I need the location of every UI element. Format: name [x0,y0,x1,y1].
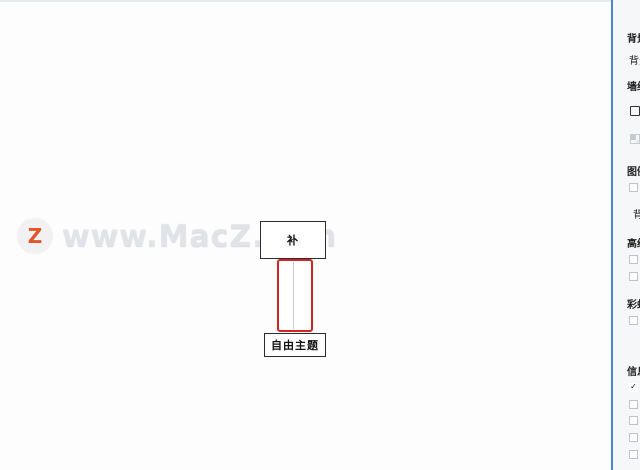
mindmap-canvas[interactable]: Z www.MacZ.com 补 自由主题 [0,0,611,470]
panel-heading-wallpaper: 墙纸 [627,82,640,93]
advanced-checkbox-2[interactable] [629,272,638,281]
info-checkbox-3[interactable] [629,416,638,425]
info-checkbox-5[interactable] [629,450,638,459]
panel-heading-advanced: 高级 [627,239,640,250]
info-checkbox-checked[interactable]: ✓ [629,383,638,392]
canvas-top-edge [0,0,611,2]
topic-top-label: 补 [287,234,299,247]
info-checkbox-4[interactable] [629,433,638,442]
watermark-logo-icon: Z [18,219,52,253]
floating-topic[interactable]: 自由主题 [264,333,326,357]
panel-item-background[interactable]: 背景 [629,52,640,67]
checkmark-icon: ✓ [630,382,637,391]
panel-heading-background: 背景 [627,34,640,45]
format-inspector-panel: 背景 背景 墙纸 图例 背景 高级 彩虹 信息 ✓ [611,0,640,470]
floating-topic-label: 自由主题 [271,339,319,352]
topic-top[interactable]: 补 [260,221,326,259]
panel-heading-info: 信息 [627,367,640,378]
watermark-logo-letter: Z [27,224,43,248]
panel-heading-legend: 图例 [627,167,640,178]
legend-checkbox[interactable] [629,183,638,192]
panel-item-legend-background[interactable]: 背景 [633,206,640,221]
pattern-icon[interactable] [630,134,640,144]
connector-line [293,262,294,329]
advanced-checkbox-1[interactable] [629,255,638,264]
rainbow-checkbox[interactable] [629,316,638,325]
panel-heading-rainbow: 彩虹 [627,300,640,311]
selected-relationship-connector[interactable] [277,259,313,332]
edit-icon[interactable] [630,106,640,116]
info-checkbox-2[interactable] [629,400,638,409]
